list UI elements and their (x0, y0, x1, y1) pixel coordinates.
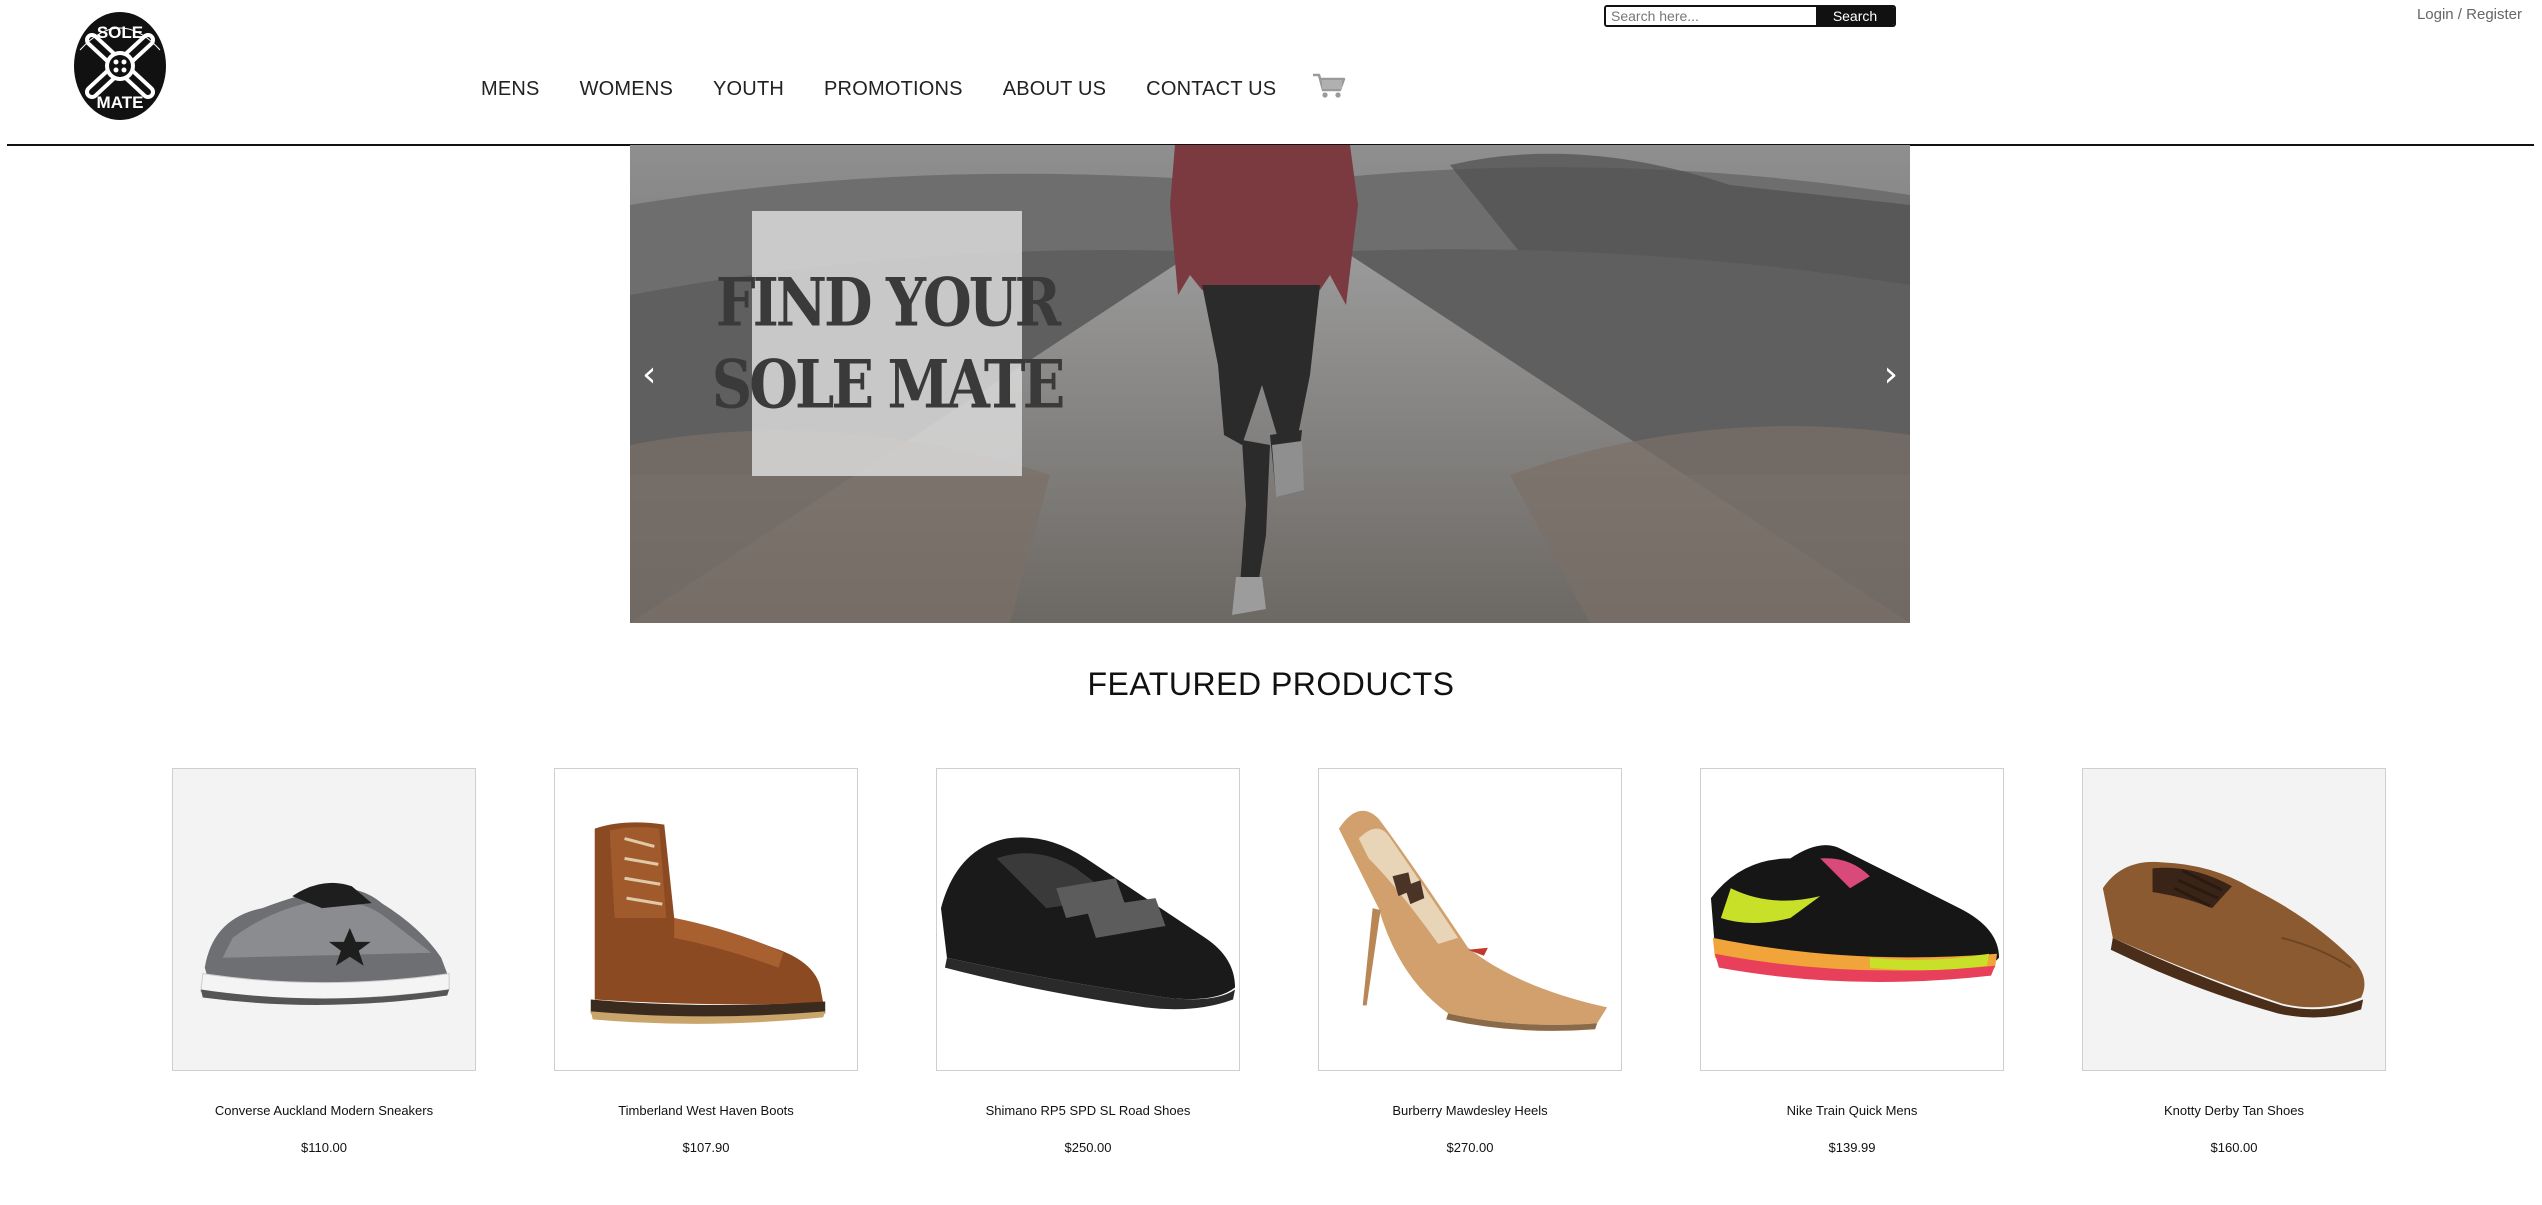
product-image[interactable] (1318, 768, 1622, 1071)
product-name[interactable]: Shimano RP5 SPD SL Road Shoes (936, 1103, 1240, 1118)
logo-text-bottom: MATE (97, 93, 144, 112)
product-image[interactable] (172, 768, 476, 1071)
nav-item-about-us[interactable]: ABOUT US (1003, 78, 1106, 101)
nav-item-youth[interactable]: YOUTH (713, 78, 784, 101)
logo-icon: SOLE MATE (74, 12, 166, 120)
product-image[interactable] (936, 768, 1240, 1071)
main-nav: MENS WOMENS YOUTH PROMOTIONS ABOUT US CO… (481, 73, 1346, 101)
product-image[interactable] (2082, 768, 2386, 1071)
search-button[interactable]: Search (1816, 7, 1894, 25)
product-price: $250.00 (1064, 1140, 1112, 1155)
product-image[interactable] (1700, 768, 2004, 1071)
shopping-cart-icon[interactable] (1312, 72, 1346, 100)
product-price: $139.99 (1828, 1140, 1876, 1155)
login-register-link[interactable]: Login / Register (2417, 6, 2522, 23)
search-input[interactable] (1606, 7, 1816, 25)
product-card[interactable]: Nike Train Quick Mens $139.99 (1700, 768, 2004, 1155)
hero-tagline-card: FIND YOUR SOLE MATE (712, 211, 1065, 476)
carousel-next-arrow-icon[interactable]: › (1884, 355, 1898, 395)
product-price: $160.00 (2210, 1140, 2258, 1155)
product-name[interactable]: Timberland West Haven Boots (554, 1103, 858, 1118)
hero-carousel: FIND YOUR SOLE MATE ‹ › (630, 145, 1910, 623)
product-card[interactable]: Knotty Derby Tan Shoes $160.00 (2082, 768, 2386, 1155)
nav-item-promotions[interactable]: PROMOTIONS (824, 78, 963, 101)
product-card[interactable]: Burberry Mawdesley Heels $270.00 (1318, 768, 1622, 1155)
featured-products-heading: FEATURED PRODUCTS (1087, 666, 1455, 702)
carousel-prev-arrow-icon[interactable]: ‹ (642, 355, 656, 395)
product-name[interactable]: Burberry Mawdesley Heels (1318, 1103, 1622, 1118)
product-name[interactable]: Converse Auckland Modern Sneakers (172, 1103, 476, 1118)
product-price: $107.90 (682, 1140, 730, 1155)
product-image[interactable] (554, 768, 858, 1071)
product-name[interactable]: Knotty Derby Tan Shoes (2082, 1103, 2386, 1118)
product-card[interactable]: Shimano RP5 SPD SL Road Shoes $250.00 (936, 768, 1240, 1155)
nav-item-mens[interactable]: MENS (481, 78, 540, 101)
product-name[interactable]: Nike Train Quick Mens (1700, 1103, 2004, 1118)
product-card[interactable]: Converse Auckland Modern Sneakers $110.0… (172, 768, 476, 1155)
sole-mate-logo[interactable]: SOLE MATE (72, 10, 168, 122)
nav-item-contact-us[interactable]: CONTACT US (1146, 78, 1276, 101)
product-card[interactable]: Timberland West Haven Boots $107.90 (554, 768, 858, 1155)
hero-tagline-line2: SOLE MATE (711, 345, 1066, 424)
search-bar: Search (1604, 5, 1896, 27)
product-price: $110.00 (300, 1140, 348, 1155)
product-price: $270.00 (1446, 1140, 1494, 1155)
logo-text-top: SOLE (97, 23, 143, 42)
nav-item-womens[interactable]: WOMENS (580, 78, 673, 101)
